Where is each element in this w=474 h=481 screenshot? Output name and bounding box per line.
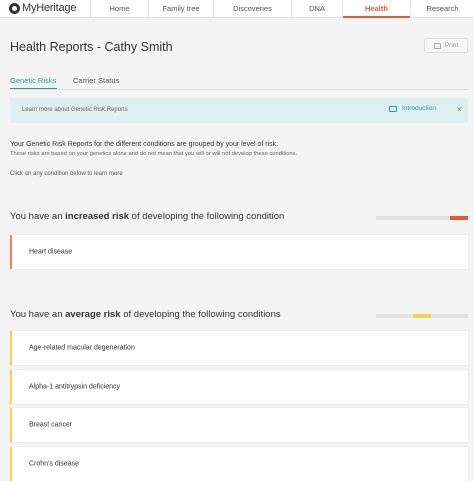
nav-item-discoveries[interactable]: Discoveries [213, 0, 291, 17]
close-icon[interactable]: × [457, 105, 462, 114]
condition-label: Crohn's disease [29, 460, 79, 468]
active-tab-indicator [10, 88, 57, 89]
introduction-link[interactable]: Introduction [389, 105, 436, 112]
video-icon [389, 105, 397, 112]
risk-level-meter-average [376, 314, 469, 318]
meter-segment [449, 216, 469, 220]
heading-suffix: of developing the following conditions [120, 309, 281, 320]
risk-level-meter-increased [376, 216, 469, 220]
condition-label: Alpha-1 antitrypsin deficiency [29, 383, 121, 391]
nav-item-health[interactable]: Health [342, 0, 410, 18]
condition-card-alpha1[interactable]: Alpha-1 antitrypsin deficiency [10, 370, 468, 404]
intro-disclaimer: These risks are based on your genetics a… [10, 151, 298, 157]
meter-segment [394, 216, 413, 220]
nav-items: Home Family tree Discoveries DNA Health … [90, 0, 474, 18]
meter-segment [449, 314, 469, 318]
info-banner-text: Learn more about Genetic Risk Reports [22, 107, 128, 113]
heading-emphasis: average risk [65, 309, 121, 320]
info-banner: Learn more about Genetic Risk Reports In… [10, 98, 468, 123]
meter-segment [394, 314, 413, 318]
nav-item-family-tree[interactable]: Family tree [148, 0, 213, 17]
meter-segment [376, 216, 395, 220]
page-title: Health Reports - Cathy Smith [10, 40, 173, 54]
logo-text: MyHeritage [22, 2, 77, 14]
meter-segment [431, 216, 450, 220]
tab-carrier-status[interactable]: Carrier Status [73, 76, 119, 85]
heading-prefix: You have an [10, 309, 66, 320]
intro-instruction: Click on any condition below to learn mo… [10, 171, 123, 177]
heading-suffix: of developing the following condition [129, 211, 285, 222]
heading-emphasis: increased risk [65, 211, 130, 222]
condition-label: Age-related macular degeneration [29, 344, 135, 352]
introduction-link-label: Introduction [402, 105, 436, 112]
condition-card-heart-disease[interactable]: Heart disease [10, 235, 468, 269]
condition-card-breast-cancer[interactable]: Breast cancer [10, 408, 468, 442]
nav-item-dna[interactable]: DNA [291, 0, 342, 17]
myheritage-logo[interactable]: MyHeritage [9, 1, 76, 15]
condition-card-amd[interactable]: Age-related macular degeneration [10, 331, 468, 365]
intro-heading: Your Genetic Risk Reports for the differ… [10, 141, 279, 148]
print-button[interactable]: Print [424, 38, 468, 53]
meter-segment [431, 314, 450, 318]
condition-label: Breast cancer [29, 421, 73, 429]
nav-item-home[interactable]: Home [90, 0, 148, 17]
meter-segment [412, 216, 432, 220]
meter-segment [412, 314, 432, 318]
condition-card-crohns[interactable]: Crohn's disease [10, 447, 468, 481]
heading-prefix: You have an [10, 211, 66, 222]
increased-risk-heading: You have an increased risk of developing… [10, 211, 284, 222]
myheritage-logo-icon [9, 2, 20, 14]
tabs-divider [10, 89, 468, 90]
print-label: Print [444, 42, 459, 49]
top-nav: MyHeritage Home Family tree Discoveries … [0, 0, 474, 18]
tab-genetic-risks[interactable]: Genetic Risks [10, 76, 56, 85]
condition-label: Heart disease [29, 248, 73, 256]
average-risk-heading: You have an average risk of developing t… [10, 309, 281, 320]
meter-segment [376, 314, 395, 318]
printer-icon [433, 42, 441, 49]
nav-item-research[interactable]: Research [410, 0, 474, 17]
